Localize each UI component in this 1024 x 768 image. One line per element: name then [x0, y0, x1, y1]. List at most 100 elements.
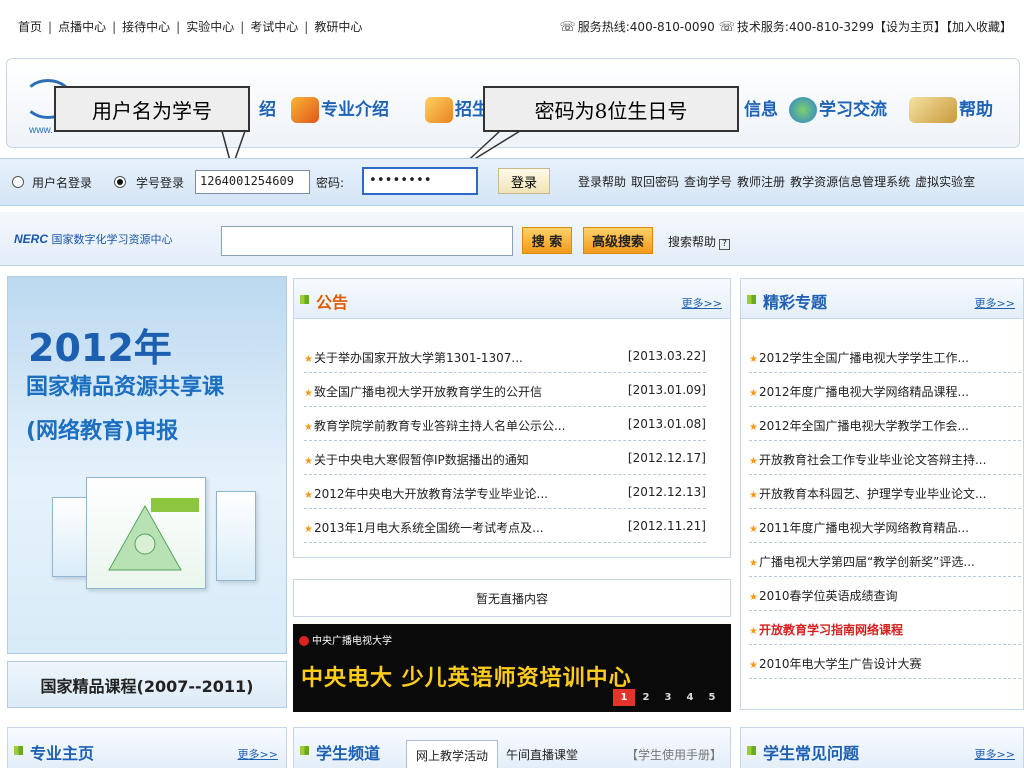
phone-icon: ☏ — [559, 20, 576, 35]
star-bullet-icon: ★ — [749, 490, 758, 501]
ad-page-button[interactable]: 3 — [657, 689, 679, 706]
special-row[interactable]: ★广播电视大学第四届“教学创新奖”评选... — [749, 543, 1021, 577]
live-broadcast-box: 暂无直播内容 — [293, 579, 731, 617]
special-row[interactable]: ★开放教育社会工作专业毕业论文答辩主持... — [749, 441, 1021, 475]
notice-row[interactable]: ★致全国广播电视大学开放教育学生的公开信 [2013.01.09] — [304, 373, 706, 407]
nerc-logo-mark: NERC — [14, 232, 49, 246]
special-row[interactable]: ★2010年电大学生广告设计大赛 — [749, 645, 1021, 679]
help-icon: ? — [719, 239, 731, 250]
nav-lab-center[interactable]: 实验中心 — [186, 20, 234, 34]
menu-help[interactable]: 帮助 — [909, 95, 993, 123]
notice-item-title: ★教育学院学前教育专业答辩主持人名单公示公... — [304, 419, 566, 433]
student-id-input[interactable]: 1264001254609 — [195, 170, 310, 194]
notice-item-title: ★2012年中央电大开放教育法学专业毕业论... — [304, 487, 548, 501]
notice-row[interactable]: ★关于中央电大寒假暂停IP数据播出的通知 [2012.12.17] — [304, 441, 706, 475]
ad-banner[interactable]: 中央广播电视大学 中央电大 少儿英语师资培训中心 12345 — [293, 624, 731, 712]
title-marker-icon — [300, 746, 309, 755]
ad-page-button[interactable]: 1 — [613, 689, 635, 706]
password-input[interactable]: •••••••• — [362, 167, 478, 195]
notice-row[interactable]: ★2013年1月电大系统全国统一考试考点及... [2012.11.21] — [304, 509, 706, 543]
notice-more-link[interactable]: 更多>> — [682, 295, 722, 311]
notice-row[interactable]: ★教育学院学前教育专业答辩主持人名单公示公... [2013.01.08] — [304, 407, 706, 441]
nav-separator: | — [240, 20, 245, 34]
student-login-radio[interactable] — [114, 176, 126, 188]
notice-row[interactable]: ★关于举办国家开放大学第1301-1307... [2013.03.22] — [304, 339, 706, 373]
promo-caption[interactable]: 国家精品课程(2007--2011) — [7, 661, 287, 708]
special-more-link[interactable]: 更多>> — [975, 295, 1015, 311]
retrieve-password-link[interactable]: 取回密码 — [631, 175, 679, 189]
special-row[interactable]: ★2012学生全国广播电视大学学生工作... — [749, 339, 1021, 373]
special-row[interactable]: ★开放教育学习指南网络课程 — [749, 611, 1021, 645]
ad-page-button[interactable]: 5 — [701, 689, 723, 706]
special-row[interactable]: ★2012年度广播电视大学网络精品课程... — [749, 373, 1021, 407]
notice-item-title: ★关于中央电大寒假暂停IP数据播出的通知 — [304, 453, 529, 467]
student-manual-link[interactable]: 【学生使用手册】 — [626, 746, 722, 763]
special-topics-panel: 精彩专题 更多>> ★2012学生全国广播电视大学学生工作... ★2012年度广… — [740, 278, 1024, 710]
special-item-title: ★开放教育社会工作专业毕业论文答辩主持... — [749, 453, 987, 467]
title-marker-icon — [747, 746, 756, 755]
star-bullet-icon: ★ — [304, 456, 313, 467]
star-bullet-icon: ★ — [749, 354, 758, 365]
promo-banner[interactable]: 2012年 国家精品资源共享课 (网络教育)申报 — [7, 276, 287, 654]
nav-separator: | — [48, 20, 53, 34]
tab-online-teaching[interactable]: 网上教学活动 — [406, 740, 498, 768]
special-item-title: ★2012学生全国广播电视大学学生工作... — [749, 351, 969, 365]
query-student-id-link[interactable]: 查询学号 — [684, 175, 732, 189]
special-title: 精彩专题 — [763, 293, 828, 312]
nav-reception-center[interactable]: 接待中心 — [122, 20, 170, 34]
add-favorite-link[interactable]: 【加入收藏】 — [946, 20, 1012, 34]
star-bullet-icon: ★ — [304, 524, 313, 535]
teacher-register-link[interactable]: 教师注册 — [737, 175, 785, 189]
package-icon — [425, 97, 453, 123]
nav-vod-center[interactable]: 点播中心 — [58, 20, 106, 34]
notice-panel: 公告 更多>> ★关于举办国家开放大学第1301-1307... [2013.03… — [293, 278, 731, 558]
top-bar: 首页 | 点播中心 | 接待中心 | 实验中心 | 考试中心 | 教研中心 ☏ 服务热线:400-81… — [0, 0, 1024, 52]
special-row[interactable]: ★2010春学位英语成绩查询 — [749, 577, 1021, 611]
star-bullet-icon: ★ — [304, 490, 313, 501]
special-row[interactable]: ★2012年全国广播电视大学教学工作会... — [749, 407, 1021, 441]
notice-item-title: ★关于举办国家开放大学第1301-1307... — [304, 351, 523, 365]
notice-item-date: [2013.03.22] — [627, 349, 706, 363]
hotlines: ☏ 服务热线:400-810-0090 ☏ 技术服务:400-810-3299【设为… — [559, 18, 1012, 35]
virtual-lab-link[interactable]: 虚拟实验室 — [915, 175, 975, 189]
ad-page-button[interactable]: 4 — [679, 689, 701, 706]
login-button[interactable]: 登录 — [498, 168, 550, 194]
advanced-search-button[interactable]: 高级搜索 — [583, 227, 653, 254]
menu-intro[interactable]: 绍 — [259, 95, 276, 120]
notice-title: 公告 — [316, 293, 349, 312]
special-panel-header: 精彩专题 更多>> — [741, 279, 1023, 319]
menu-enrollment[interactable]: 招生 — [425, 95, 489, 123]
special-item-title: ★2011年度广播电视大学网络教育精品... — [749, 521, 969, 535]
special-item-title: ★2010春学位英语成绩查询 — [749, 589, 898, 603]
major-more-link[interactable]: 更多>> — [238, 746, 278, 762]
star-bullet-icon: ★ — [749, 422, 758, 433]
star-bullet-icon: ★ — [749, 558, 758, 569]
notice-row[interactable]: ★2012年中央电大开放教育法学专业毕业论... [2012.12.13] — [304, 475, 706, 509]
resource-system-link[interactable]: 教学资源信息管理系统 — [790, 175, 910, 189]
callout-password-hint: 密码为8位生日号 — [483, 86, 739, 132]
ad-page-button[interactable]: 2 — [635, 689, 657, 706]
title-marker-icon — [300, 295, 309, 304]
nav-exam-center[interactable]: 考试中心 — [250, 20, 298, 34]
tab-noon-live-class[interactable]: 午间直播课堂 — [506, 746, 578, 763]
nav-separator: | — [176, 20, 181, 34]
username-login-radio[interactable] — [12, 176, 24, 188]
set-home-link[interactable]: 【设为主页】 — [874, 20, 946, 34]
search-help[interactable]: 搜索帮助? — [668, 233, 731, 250]
faq-more-link[interactable]: 更多>> — [975, 746, 1015, 762]
special-item-title: ★2012年全国广播电视大学教学工作会... — [749, 419, 969, 433]
special-row[interactable]: ★开放教育本科园艺、护理学专业毕业论文... — [749, 475, 1021, 509]
menu-major-intro[interactable]: 专业介绍 — [291, 95, 389, 123]
login-help-link[interactable]: 登录帮助 — [578, 175, 626, 189]
tech-service-hotline: 技术服务:400-810-3299 — [736, 20, 874, 34]
graduation-cap-icon — [291, 97, 319, 123]
special-row[interactable]: ★2011年度广播电视大学网络教育精品... — [749, 509, 1021, 543]
menu-info[interactable]: 信息 — [744, 95, 778, 120]
search-input[interactable] — [221, 226, 513, 256]
nav-research-center[interactable]: 教研中心 — [314, 20, 362, 34]
nerc-logo[interactable]: NERC 国家数字化学习资源中心 — [14, 231, 173, 247]
search-button[interactable]: 搜 索 — [522, 227, 572, 254]
nav-home[interactable]: 首页 — [18, 20, 42, 34]
major-home-title: 专业主页 — [30, 744, 95, 763]
menu-study-exchange[interactable]: 学习交流 — [789, 95, 887, 123]
